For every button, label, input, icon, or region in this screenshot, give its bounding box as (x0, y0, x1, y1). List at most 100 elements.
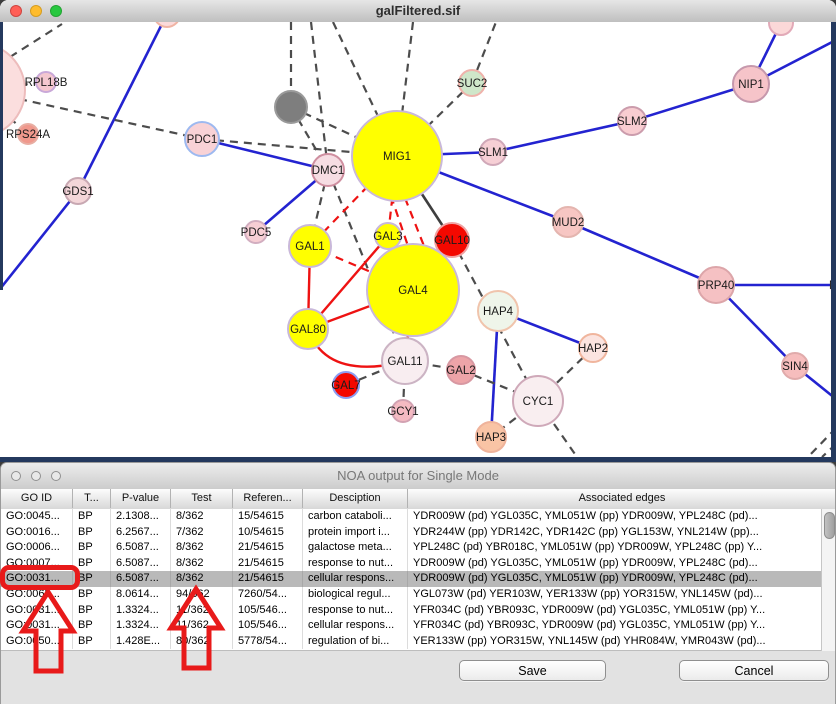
node-label-hap2: HAP2 (578, 343, 608, 355)
save-button[interactable]: Save (459, 660, 606, 681)
node-label-gal7: GAL7 (331, 380, 360, 392)
edge-red-dash[interactable] (405, 198, 426, 251)
table-cell: biological regul... (303, 587, 408, 603)
table-cell: response to nut... (303, 603, 408, 619)
node-label-rpl18b: RPL18B (25, 77, 68, 89)
column-header-associated-edges[interactable]: Associated edges (408, 489, 836, 508)
table-row[interactable]: GO:0031...BP6.5087...8/36221/54615cellul… (1, 571, 836, 587)
network-window-titlebar[interactable]: galFiltered.sif (0, 0, 836, 23)
table-cell: 21/54615 (233, 571, 303, 587)
table-cell: 105/546... (233, 618, 303, 634)
table-cell: YGL073W (pd) YER103W, YER133W (pp) YOR31… (408, 587, 836, 603)
node-label-mud2: MUD2 (552, 217, 585, 229)
table-row[interactable]: GO:0007...BP6.5087...8/36221/54615respon… (1, 556, 836, 572)
node-label-slm2: SLM2 (617, 116, 647, 128)
table-cell: GO:0031... (1, 603, 73, 619)
table-cell: carbon cataboli... (303, 509, 408, 525)
table-cell: galactose meta... (303, 540, 408, 556)
node-label-dmc1: DMC1 (312, 165, 345, 177)
table-cell: YDR009W (pd) YGL035C, YML051W (pp) YDR00… (408, 571, 836, 587)
node-label-gcy1: GCY1 (387, 406, 418, 418)
window-border-right (831, 22, 836, 457)
table-cell: 5778/54... (233, 634, 303, 650)
table-cell: 11/362 (171, 603, 233, 619)
table-cell: 105/546... (233, 603, 303, 619)
table-cell: GO:0006... (1, 540, 73, 556)
column-header-desciption[interactable]: Desciption (303, 489, 408, 508)
scrollbar-thumb[interactable] (824, 512, 835, 539)
table-cell: GO:0007... (1, 556, 73, 572)
network-canvas[interactable]: RPL18BRPS24AGDS1PDC1PDC5DMC1MIG1SUC2SLM1… (0, 22, 836, 457)
table-cell: 15/54615 (233, 509, 303, 525)
node-label-gal3: GAL3 (373, 231, 402, 243)
node-label-pdc5: PDC5 (241, 227, 272, 239)
table-cell: YFR034C (pd) YBR093C, YDR009W (pd) YGL03… (408, 603, 836, 619)
table-cell: response to nut... (303, 556, 408, 572)
node-label-mig1: MIG1 (383, 151, 411, 163)
cancel-button[interactable]: Cancel (679, 660, 829, 681)
table-cell: BP (73, 540, 111, 556)
table-cell: 6.5087... (111, 571, 171, 587)
table-cell: cellular respons... (303, 618, 408, 634)
table-cell: 8.0614... (111, 587, 171, 603)
node-big[interactable] (0, 43, 25, 137)
edge-pp[interactable] (0, 191, 78, 289)
edge-pp[interactable] (493, 121, 632, 152)
edge-pd[interactable] (10, 24, 62, 57)
node-tr[interactable] (769, 22, 793, 35)
node-label-nip1: NIP1 (738, 79, 764, 91)
column-header-p-value[interactable]: P-value (111, 489, 171, 508)
node-label-pdc1: PDC1 (187, 134, 218, 146)
noa-window-titlebar[interactable]: NOA output for Single Mode (1, 463, 835, 490)
table-cell: BP (73, 571, 111, 587)
node-gray[interactable] (275, 91, 307, 123)
node-label-gds1: GDS1 (62, 186, 93, 198)
table-cell: 2.1308... (111, 509, 171, 525)
table-cell: GO:0045... (1, 509, 73, 525)
node-tc[interactable] (154, 22, 180, 27)
edge-pp[interactable] (78, 22, 167, 191)
column-header-referen[interactable]: Referen... (233, 489, 303, 508)
column-header-t[interactable]: T... (73, 489, 111, 508)
table-row[interactable]: GO:0045...BP2.1308...8/36215/54615carbon… (1, 509, 836, 525)
edge-pd[interactable] (311, 22, 328, 170)
table-row[interactable]: GO:0016...BP6.2567...7/36210/54615protei… (1, 525, 836, 541)
table-cell: 21/54615 (233, 556, 303, 572)
window-border-left (0, 22, 3, 290)
table-cell: 1.428E... (111, 634, 171, 650)
node-label-gal80: GAL80 (290, 324, 326, 336)
table-cell: GO:0050... (1, 634, 73, 650)
node-label-prp40: PRP40 (698, 280, 734, 292)
edge-pp[interactable] (568, 222, 716, 285)
node-label-gal4: GAL4 (398, 285, 428, 297)
table-cell: YDR244W (pp) YDR142C, YDR142C (pp) YGL15… (408, 525, 836, 541)
table-row[interactable]: GO:0031...BP1.3324...11/362105/546...res… (1, 603, 836, 619)
table-cell: 11/362 (171, 618, 233, 634)
table-row[interactable]: GO:0031...BP1.3324...11/362105/546...cel… (1, 618, 836, 634)
table-cell: regulation of bi... (303, 634, 408, 650)
table-row[interactable]: GO:0050...BP1.428E...80/3625778/54...reg… (1, 634, 836, 650)
node-label-sin4: SIN4 (782, 361, 808, 373)
table-cell: 10/54615 (233, 525, 303, 541)
node-label-gal11: GAL11 (388, 356, 423, 368)
table-cell: YDR009W (pd) YGL035C, YML051W (pp) YDR00… (408, 556, 836, 572)
node-label-suc2: SUC2 (457, 78, 488, 90)
network-svg[interactable]: RPL18BRPS24AGDS1PDC1PDC5DMC1MIG1SUC2SLM1… (0, 22, 836, 457)
table-cell: 21/54615 (233, 540, 303, 556)
column-header-go-id[interactable]: GO ID (1, 489, 73, 508)
vertical-scrollbar[interactable] (821, 509, 836, 651)
table-row[interactable]: GO:0006...BP6.5087...8/36221/54615galact… (1, 540, 836, 556)
table-row[interactable]: GO:0065...BP8.0614...94/3627260/54...bio… (1, 587, 836, 603)
column-header-test[interactable]: Test (171, 489, 233, 508)
noa-window: NOA output for Single Mode GO IDT...P-va… (0, 462, 836, 704)
node-label-cyc1: CYC1 (523, 396, 554, 408)
node-label-gal2: GAL2 (446, 365, 475, 377)
table-cell: 1.3324... (111, 618, 171, 634)
table-cell: YDR009W (pd) YGL035C, YML051W (pp) YDR00… (408, 509, 836, 525)
table-cell: 6.2567... (111, 525, 171, 541)
node-label-hap4: HAP4 (483, 306, 514, 318)
network-window: galFiltered.sif RPL18BRPS24AGDS1PDC1PDC5… (0, 0, 836, 462)
node-label-gal10: GAL10 (434, 235, 470, 247)
table-cell: GO:0031... (1, 571, 73, 587)
table-cell: cellular respons... (303, 571, 408, 587)
